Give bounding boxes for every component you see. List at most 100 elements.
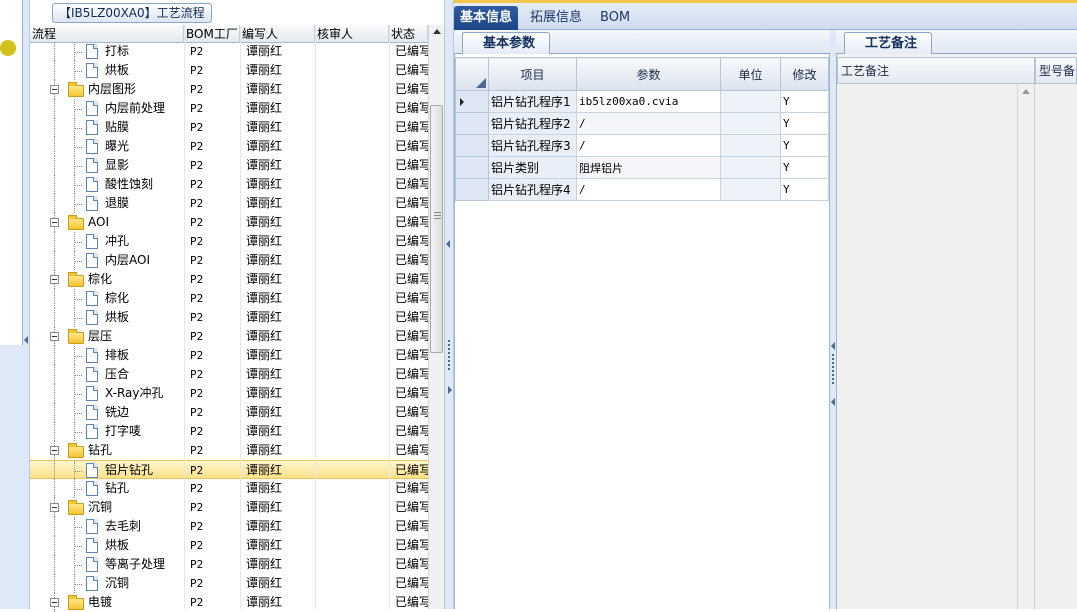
params-modify-cell[interactable]: Y (780, 134, 829, 157)
params-row[interactable]: 铝片钻孔程序4/ Y (455, 178, 829, 201)
params-value-cell[interactable]: / (576, 134, 721, 157)
model-remark-text-area[interactable] (1034, 84, 1077, 609)
row-indicator[interactable] (455, 134, 489, 157)
tree-step-row[interactable]: 等离子处理 P2 谭丽红 已编写 (30, 555, 428, 574)
collapse-node-icon[interactable] (50, 85, 59, 94)
collapse-node-icon[interactable] (50, 503, 59, 512)
middle-splitter[interactable] (444, 0, 454, 609)
tree-folder-row[interactable]: 电镀 P2 谭丽红 已编写 (30, 593, 428, 612)
params-item-cell[interactable]: 铝片钻孔程序1 (488, 90, 577, 113)
tree-col-writer[interactable]: 编写人 (240, 25, 315, 43)
left-splitter[interactable] (23, 0, 30, 609)
tab-extended-info[interactable]: 拓展信息 (524, 6, 588, 30)
tree-step-row[interactable]: 酸性蚀刻 P2 谭丽红 已编写 (30, 175, 428, 194)
params-unit-cell[interactable] (720, 156, 781, 179)
row-indicator[interactable] (455, 112, 489, 135)
tree-col-process[interactable]: 流程 (30, 25, 184, 43)
expand-detail-arrow-icon[interactable] (448, 386, 452, 394)
collapse-node-icon[interactable] (50, 332, 59, 341)
status-dot-icon[interactable] (0, 40, 16, 56)
collapse-remarks-arrow-icon[interactable] (831, 342, 835, 350)
tree-scrollbar-thumb[interactable] (430, 105, 443, 353)
params-unit-cell[interactable] (720, 90, 781, 113)
tree-step-row[interactable]: 沉铜 P2 谭丽红 已编写 (30, 574, 428, 593)
collapse-params-arrow-icon[interactable] (831, 398, 835, 406)
params-unit-cell[interactable] (720, 178, 781, 201)
params-unit-cell[interactable] (720, 134, 781, 157)
tab-bom[interactable]: BOM (594, 6, 636, 30)
tree-col-bom-factory[interactable]: BOM工厂 (184, 25, 240, 43)
tree-step-row[interactable]: 贴膜 P2 谭丽红 已编写 (30, 118, 428, 137)
row-indicator[interactable] (455, 178, 489, 201)
tab-basic-params[interactable]: 基本参数 (462, 32, 551, 54)
tree-step-row[interactable]: 压合 P2 谭丽红 已编写 (30, 365, 428, 384)
tree-step-row[interactable]: 冲孔 P2 谭丽红 已编写 (30, 232, 428, 251)
remarks-col-model-remark[interactable]: 型号备注 (1035, 57, 1077, 84)
process-remark-text-area[interactable] (837, 84, 1017, 609)
tree-step-row[interactable]: 棕化 P2 谭丽红 已编写 (30, 289, 428, 308)
params-value-cell[interactable]: 阻焊铝片 (576, 156, 721, 179)
tree-step-row[interactable]: X-Ray冲孔 P2 谭丽红 已编写 (30, 384, 428, 403)
params-value-cell[interactable]: / (576, 178, 721, 201)
tree-step-row[interactable]: 排板 P2 谭丽红 已编写 (30, 346, 428, 365)
tree-step-row[interactable]: 打字唛 P2 谭丽红 已编写 (30, 422, 428, 441)
params-modify-cell[interactable]: Y (780, 156, 829, 179)
tree-step-row[interactable]: 钻孔 P2 谭丽红 已编写 (30, 479, 428, 498)
tree-step-row[interactable]: 烘板 P2 谭丽红 已编写 (30, 308, 428, 327)
row-indicator[interactable] (455, 90, 489, 113)
params-row[interactable]: 铝片钻孔程序2/ Y (455, 112, 829, 135)
select-all-corner-icon[interactable] (476, 78, 486, 88)
params-row[interactable]: 铝片钻孔程序1 ib5lz00xa0.cvia Y (455, 90, 829, 113)
tree-step-row[interactable]: 铣边 P2 谭丽红 已编写 (30, 403, 428, 422)
tab-process-remarks[interactable]: 工艺备注 (844, 32, 933, 54)
params-item-cell[interactable]: 铝片钻孔程序3 (488, 134, 577, 157)
tree-folder-row[interactable]: 棕化 P2 谭丽红 已编写 (30, 270, 428, 289)
tree-step-row[interactable]: 曝光 P2 谭丽红 已编写 (30, 137, 428, 156)
tree-folder-row[interactable]: 钻孔 P2 谭丽红 已编写 (30, 441, 428, 460)
collapse-node-icon[interactable] (50, 446, 59, 455)
tree-col-status[interactable]: 状态 (389, 25, 428, 43)
params-col-param[interactable]: 参数 (576, 57, 721, 91)
params-modify-cell[interactable]: Y (780, 178, 829, 201)
params-col-item[interactable]: 项目 (488, 57, 577, 91)
tree-step-row[interactable]: 内层AOI P2 谭丽红 已编写 (30, 251, 428, 270)
params-unit-cell[interactable] (720, 112, 781, 135)
tree-step-row[interactable]: 打标 P2 谭丽红 已编写 (30, 42, 428, 61)
tree-step-row[interactable]: 退膜 P2 谭丽红 已编写 (30, 194, 428, 213)
remarks-vertical-scrollbar[interactable] (1017, 84, 1033, 609)
collapse-node-icon[interactable] (50, 275, 59, 284)
params-col-unit[interactable]: 单位 (720, 57, 781, 91)
params-item-cell[interactable]: 铝片钻孔程序4 (488, 178, 577, 201)
row-indicator[interactable] (455, 156, 489, 179)
collapse-tree-arrow-icon[interactable] (446, 240, 450, 248)
tree-step-row[interactable]: 烘板 P2 谭丽红 已编写 (30, 536, 428, 555)
tree-folder-row[interactable]: 内层图形 P2 谭丽红 已编写 (30, 80, 428, 99)
tree-step-row[interactable]: 去毛刺 P2 谭丽红 已编写 (30, 517, 428, 536)
collapse-node-icon[interactable] (50, 218, 59, 227)
tab-basic-info[interactable]: 基本信息 (454, 6, 519, 30)
tree-col-reviewer[interactable]: 核审人 (315, 25, 389, 43)
collapse-node-icon[interactable] (50, 598, 59, 607)
remarks-col-process-remark[interactable]: 工艺备注 (837, 57, 1035, 84)
collapse-left-arrow-icon[interactable] (24, 336, 28, 344)
tree-folder-row[interactable]: 沉铜 P2 谭丽红 已编写 (30, 498, 428, 517)
params-row[interactable]: 铝片类别 阻焊铝片 Y (455, 156, 829, 179)
tree-folder-row[interactable]: 层压 P2 谭丽红 已编写 (30, 327, 428, 346)
params-col-modify[interactable]: 修改 (780, 57, 829, 91)
params-corner-cell[interactable] (455, 57, 489, 91)
params-item-cell[interactable]: 铝片钻孔程序2 (488, 112, 577, 135)
tree-vertical-scrollbar[interactable] (428, 25, 444, 609)
params-modify-cell[interactable]: Y (780, 90, 829, 113)
tree-step-row[interactable]: 显影 P2 谭丽红 已编写 (30, 156, 428, 175)
remarks-scroll-up-icon[interactable] (1022, 89, 1030, 94)
params-row[interactable]: 铝片钻孔程序3/ Y (455, 134, 829, 157)
tree-step-row[interactable]: 烘板 P2 谭丽红 已编写 (30, 61, 428, 80)
tree-step-row[interactable]: 铝片钻孔 P2 谭丽红 已编写 (30, 460, 428, 480)
scroll-up-arrow-icon[interactable] (433, 29, 441, 34)
params-value-cell[interactable]: / (576, 112, 721, 135)
params-modify-cell[interactable]: Y (780, 112, 829, 135)
params-value-cell[interactable]: ib5lz00xa0.cvia (576, 90, 721, 113)
tree-folder-row[interactable]: AOI P2 谭丽红 已编写 (30, 213, 428, 232)
params-item-cell[interactable]: 铝片类别 (488, 156, 577, 179)
tree-step-row[interactable]: 内层前处理 P2 谭丽红 已编写 (30, 99, 428, 118)
